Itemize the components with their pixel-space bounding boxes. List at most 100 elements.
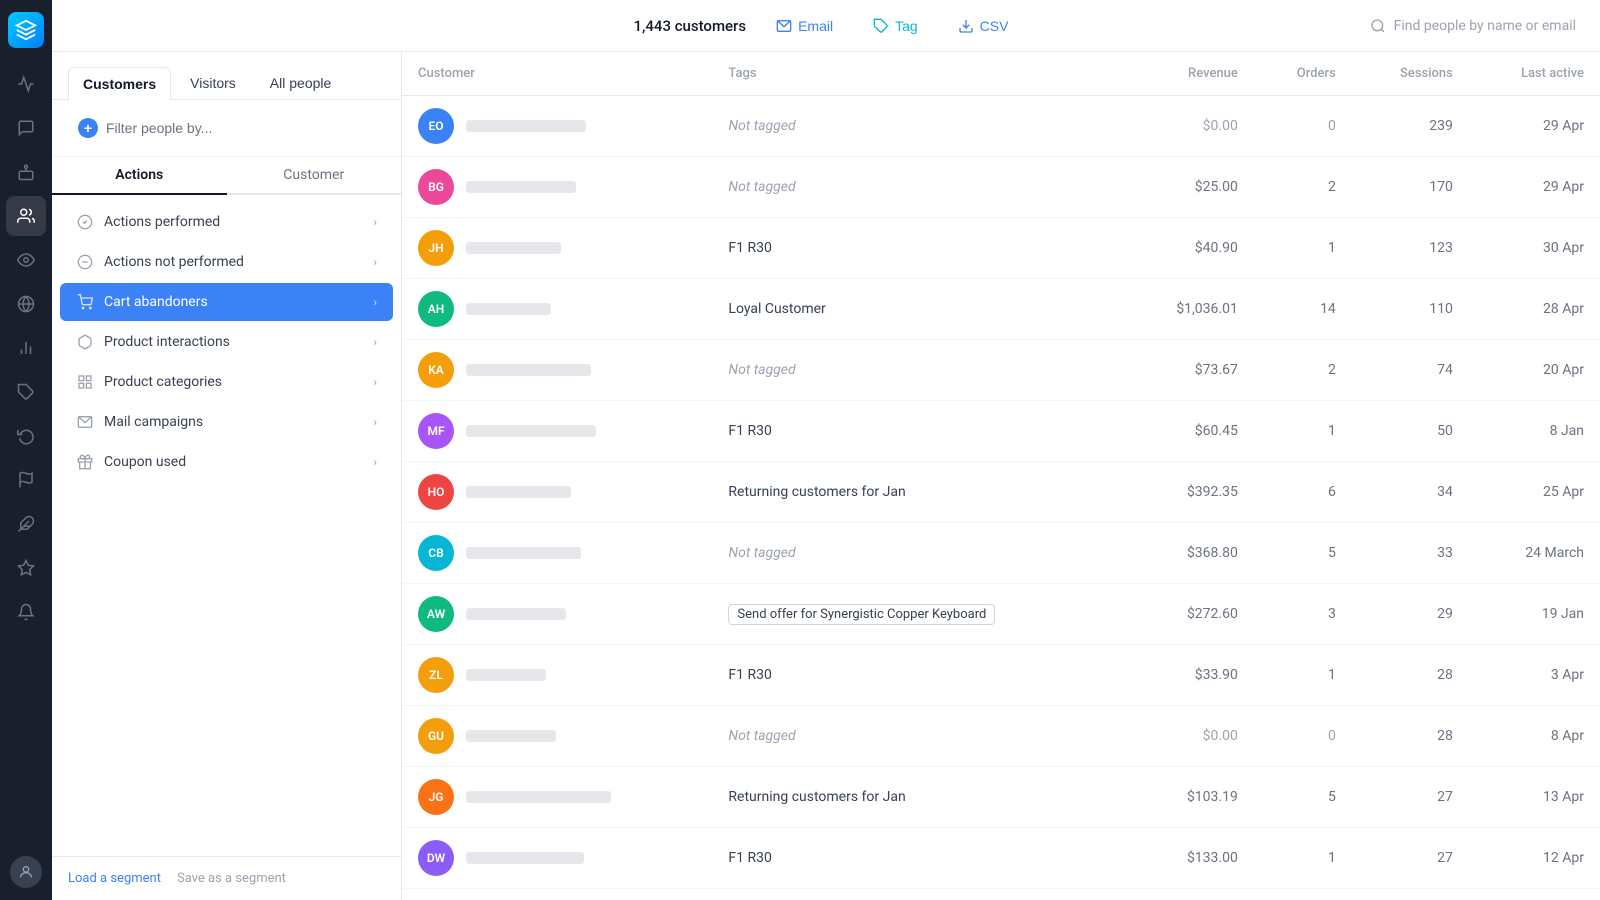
- nav-item-star[interactable]: [6, 548, 46, 588]
- customer-name: [466, 364, 591, 376]
- last-active-cell: 29 Apr: [1469, 96, 1600, 157]
- filter-item-product-interactions[interactable]: Product interactions ›: [60, 323, 393, 361]
- revenue-cell: $392.35: [1125, 462, 1254, 523]
- app-logo[interactable]: [8, 12, 44, 48]
- table-row[interactable]: GU Not tagged$0.000288 Apr: [402, 706, 1600, 767]
- tab-all-people[interactable]: All people: [255, 66, 347, 99]
- table-row[interactable]: HO Returning customers for Jan$392.35634…: [402, 462, 1600, 523]
- customer-name: [466, 791, 611, 803]
- nav-item-globe[interactable]: [6, 284, 46, 324]
- revenue-cell: $1,036.01: [1125, 279, 1254, 340]
- table-row[interactable]: AW Send offer for Synergistic Copper Key…: [402, 584, 1600, 645]
- tag-value: Not tagged: [728, 118, 795, 134]
- table-header-row: Customer Tags Revenue Orders Sessions La…: [402, 52, 1600, 96]
- avatar: MF: [418, 413, 454, 449]
- filter-item-coupon-used[interactable]: Coupon used ›: [60, 443, 393, 481]
- nav-item-flag[interactable]: [6, 460, 46, 500]
- nav-item-tag[interactable]: [6, 372, 46, 412]
- filter-item-mail-campaigns[interactable]: Mail campaigns ›: [60, 403, 393, 441]
- tag-cell: Not tagged: [712, 157, 1124, 218]
- last-active-cell: 8 Jan: [1469, 401, 1600, 462]
- tag-value: Not tagged: [728, 362, 795, 378]
- orders-cell: 3: [1254, 584, 1352, 645]
- tag-value: Returning customers for Jan: [728, 789, 905, 805]
- filter-item-product-categories[interactable]: Product categories ›: [60, 363, 393, 401]
- csv-label: CSV: [980, 18, 1009, 34]
- tag-cell: Not tagged: [712, 340, 1124, 401]
- filter-type-tabs: Actions Customer: [52, 157, 401, 195]
- col-tags: Tags: [712, 52, 1124, 96]
- tab-customers[interactable]: Customers: [68, 67, 171, 100]
- nav-item-bots[interactable]: [6, 152, 46, 192]
- filter-people-button[interactable]: + Filter people by...: [68, 112, 385, 144]
- customers-table-area: Customer Tags Revenue Orders Sessions La…: [402, 52, 1600, 900]
- table-row[interactable]: AT Not tagged$56.212264 March: [402, 889, 1600, 900]
- avatar: DW: [418, 840, 454, 876]
- last-active-cell: 24 March: [1469, 523, 1600, 584]
- revenue-cell: $272.60: [1125, 584, 1254, 645]
- avatar: EO: [418, 108, 454, 144]
- filter-item-actions-not-performed[interactable]: Actions not performed ›: [60, 243, 393, 281]
- avatar: JH: [418, 230, 454, 266]
- revenue-cell: $133.00: [1125, 828, 1254, 889]
- table-row[interactable]: MF F1 R30$60.451508 Jan: [402, 401, 1600, 462]
- customer-name: [466, 608, 566, 620]
- chevron-right-icon: ›: [373, 255, 377, 269]
- tag-button[interactable]: Tag: [863, 13, 928, 39]
- customer-count: 1,443 customers: [634, 17, 747, 35]
- nav-item-bell[interactable]: [6, 592, 46, 632]
- cart-abandoners-label: Cart abandoners: [104, 294, 208, 310]
- chevron-right-icon: ›: [373, 415, 377, 429]
- orders-cell: 2: [1254, 340, 1352, 401]
- last-active-cell: 13 Apr: [1469, 767, 1600, 828]
- filter-tab-customer[interactable]: Customer: [227, 157, 402, 193]
- table-row[interactable]: CB Not tagged$368.8053324 March: [402, 523, 1600, 584]
- sessions-cell: 50: [1352, 401, 1469, 462]
- search-placeholder: Find people by name or email: [1394, 18, 1576, 34]
- table-row[interactable]: BG Not tagged$25.00217029 Apr: [402, 157, 1600, 218]
- revenue-cell: $60.45: [1125, 401, 1254, 462]
- user-avatar[interactable]: [10, 856, 42, 888]
- customer-name: [466, 303, 551, 315]
- avatar: AW: [418, 596, 454, 632]
- nav-item-history[interactable]: [6, 416, 46, 456]
- filter-tab-actions[interactable]: Actions: [52, 157, 227, 193]
- orders-cell: 0: [1254, 96, 1352, 157]
- email-button[interactable]: Email: [766, 13, 843, 39]
- customer-name: [466, 242, 561, 254]
- nav-item-puzzle[interactable]: [6, 504, 46, 544]
- orders-cell: 0: [1254, 706, 1352, 767]
- nav-item-bar-chart[interactable]: [6, 328, 46, 368]
- tag-cell: F1 R30: [712, 828, 1124, 889]
- table-row[interactable]: EO Not tagged$0.00023929 Apr: [402, 96, 1600, 157]
- email-label: Email: [798, 18, 833, 34]
- avatar: HO: [418, 474, 454, 510]
- box-icon: [76, 333, 94, 351]
- customer-name: [466, 669, 546, 681]
- filter-item-actions-performed[interactable]: Actions performed ›: [60, 203, 393, 241]
- mail-icon: [76, 413, 94, 431]
- table-row[interactable]: DW F1 R30$133.0012712 Apr: [402, 828, 1600, 889]
- nav-item-people[interactable]: [6, 196, 46, 236]
- table-row[interactable]: JG Returning customers for Jan$103.19527…: [402, 767, 1600, 828]
- tag-cell: Returning customers for Jan: [712, 767, 1124, 828]
- search-bar[interactable]: Find people by name or email: [1370, 18, 1576, 34]
- filter-item-cart-abandoners[interactable]: Cart abandoners ›: [60, 283, 393, 321]
- revenue-cell: $25.00: [1125, 157, 1254, 218]
- load-segment-link[interactable]: Load a segment: [68, 871, 161, 886]
- table-row[interactable]: AH Loyal Customer$1,036.011411028 Apr: [402, 279, 1600, 340]
- chevron-right-icon: ›: [373, 455, 377, 469]
- nav-item-eye[interactable]: [6, 240, 46, 280]
- orders-cell: 1: [1254, 645, 1352, 706]
- table-row[interactable]: ZL F1 R30$33.901283 Apr: [402, 645, 1600, 706]
- customer-name: [466, 181, 576, 193]
- table-row[interactable]: JH F1 R30$40.90112330 Apr: [402, 218, 1600, 279]
- csv-button[interactable]: CSV: [948, 13, 1019, 39]
- table-row[interactable]: KA Not tagged$73.6727420 Apr: [402, 340, 1600, 401]
- nav-item-messages[interactable]: [6, 108, 46, 148]
- tag-value: Not tagged: [728, 545, 795, 561]
- nav-item-analytics[interactable]: [6, 64, 46, 104]
- product-categories-label: Product categories: [104, 374, 222, 390]
- coupon-used-label: Coupon used: [104, 454, 186, 470]
- tab-visitors[interactable]: Visitors: [175, 66, 251, 99]
